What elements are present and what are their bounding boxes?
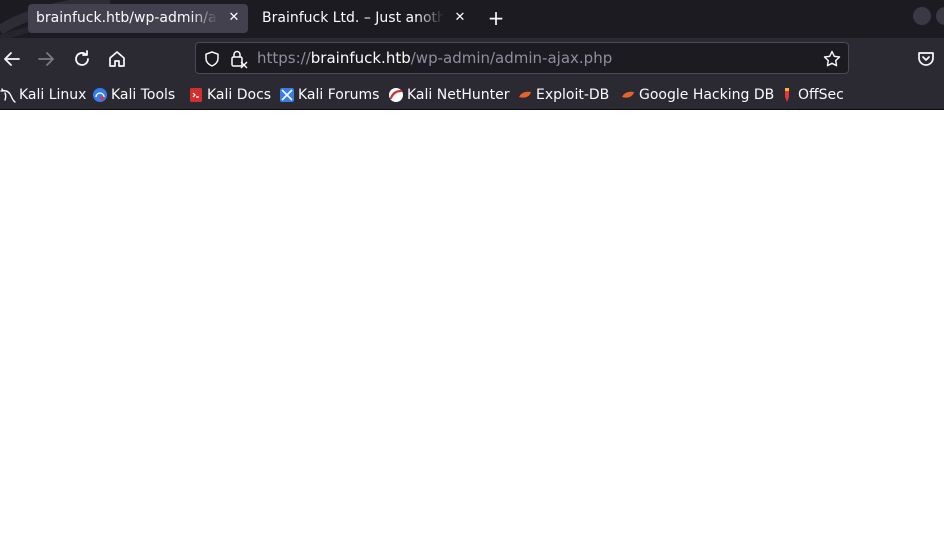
page-content [0, 110, 944, 539]
kali-forums-icon [280, 88, 294, 102]
tab-inactive[interactable]: Brainfuck Ltd. – Just another WordPress … [254, 4, 474, 33]
bookmark-label: Kali Docs [207, 87, 272, 103]
tab-title: brainfuck.htb/wp-admin/admin-ajax.php [36, 10, 218, 26]
close-icon[interactable]: ✕ [226, 10, 242, 26]
bookmark-google-hacking-db[interactable]: Google Hacking DB [620, 85, 774, 105]
kali-docs-icon [190, 88, 202, 102]
reload-icon[interactable] [70, 47, 94, 71]
tab-title: Brainfuck Ltd. – Just another WordPress … [262, 10, 444, 26]
kali-tools-icon [93, 88, 107, 102]
star-icon[interactable] [822, 49, 842, 69]
pocket-icon[interactable] [914, 47, 938, 71]
bookmark-label: OffSec [798, 87, 844, 103]
bookmark-offsec[interactable]: OffSec [779, 85, 844, 105]
bookmark-exploit-db[interactable]: Exploit-DB [517, 85, 609, 105]
bookmark-label: Exploit-DB [536, 87, 610, 103]
close-icon[interactable]: ✕ [452, 10, 468, 26]
bookmark-kali-linux[interactable]: Kali Linux [0, 85, 86, 105]
back-arrow-icon[interactable] [0, 47, 24, 71]
navigation-toolbar: https://brainfuck.htb/wp-admin/admin-aja… [0, 38, 944, 80]
bookmark-kali-forums[interactable]: Kali Forums [279, 85, 379, 105]
nethunter-icon [389, 88, 403, 102]
plus-icon[interactable]: + [484, 7, 508, 31]
tab-active[interactable]: brainfuck.htb/wp-admin/admin-ajax.php ✕ [28, 4, 248, 33]
insecure-lock-icon[interactable] [229, 49, 249, 69]
kali-dragon-icon [0, 88, 16, 103]
forward-arrow-icon[interactable] [34, 47, 58, 71]
url-host: brainfuck.htb [310, 49, 411, 67]
browser-chrome: brainfuck.htb/wp-admin/admin-ajax.php ✕ … [0, 0, 944, 110]
window-minimize-icon[interactable] [913, 7, 931, 25]
ghdb-icon [622, 91, 634, 98]
tab-strip: brainfuck.htb/wp-admin/admin-ajax.php ✕ … [0, 0, 944, 38]
exploit-db-icon [519, 91, 531, 98]
bookmark-label: Kali NetHunter [407, 87, 510, 103]
bookmark-label: Kali Tools [111, 87, 176, 103]
bookmark-kali-nethunter[interactable]: Kali NetHunter [388, 85, 509, 105]
bookmarks-toolbar: Kali Linux Kali Tools Kali Docs Kali For… [0, 80, 944, 109]
home-icon[interactable] [105, 47, 129, 71]
shield-icon[interactable] [203, 50, 221, 68]
address-bar[interactable]: https://brainfuck.htb/wp-admin/admin-aja… [195, 42, 849, 74]
bookmark-kali-tools[interactable]: Kali Tools [92, 85, 175, 105]
url-path: /wp-admin/admin-ajax.php [410, 49, 613, 67]
bookmark-label: Google Hacking DB [639, 87, 775, 103]
url-text[interactable]: https://brainfuck.htb/wp-admin/admin-aja… [257, 49, 612, 67]
bookmark-label: Kali Linux [19, 87, 87, 103]
bookmark-kali-docs[interactable]: Kali Docs [188, 85, 271, 105]
bookmark-label: Kali Forums [298, 87, 380, 103]
url-scheme: https:// [257, 49, 311, 67]
offsec-icon [785, 88, 789, 102]
